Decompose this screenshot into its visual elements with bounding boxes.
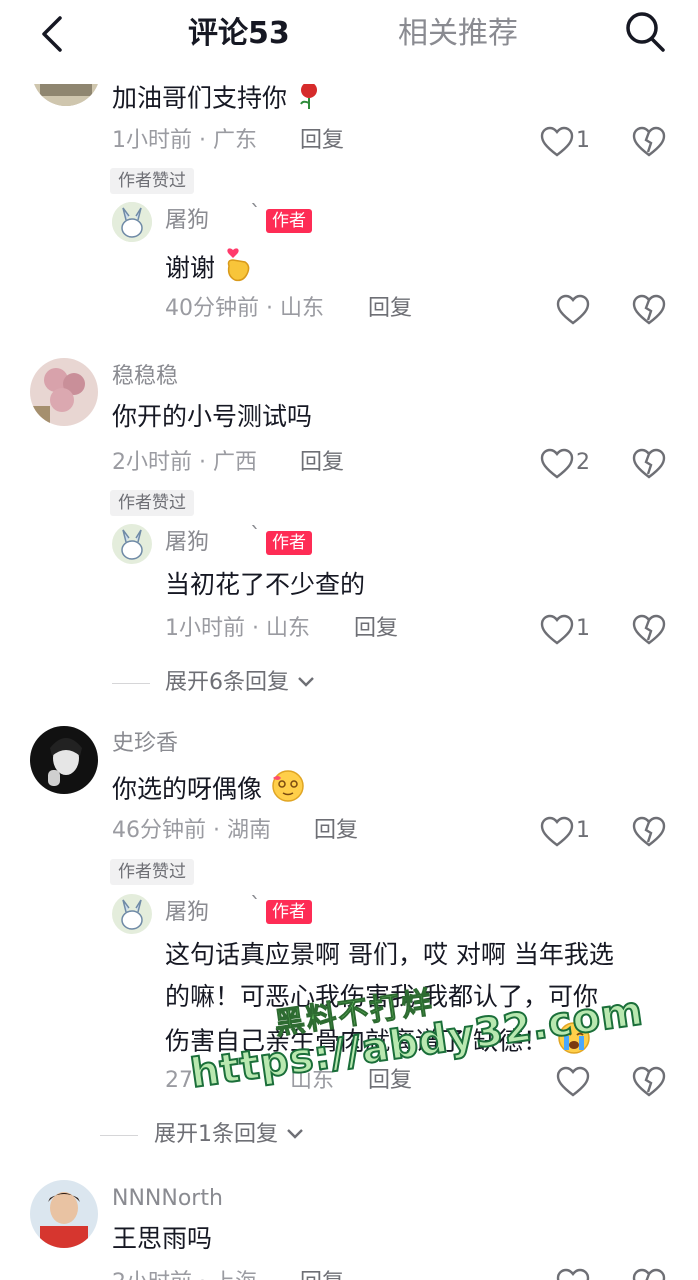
dislike-broken-heart-icon[interactable] — [632, 1066, 666, 1098]
like-count: 2 — [576, 450, 590, 475]
reply-author-name-suffix: ` — [250, 894, 261, 919]
chevron-down-icon — [296, 668, 316, 698]
reply-author-name-suffix: ` — [250, 524, 261, 549]
author-liked-badge: 作者赞过 — [110, 490, 194, 516]
finger-heart-emoji-icon — [223, 246, 253, 293]
reply-text-line-2: 的嘛！可恶心我伤害我 我都认了，可你 — [165, 982, 598, 1011]
reply-meta-location: 山东 — [290, 1068, 335, 1093]
avatar[interactable] — [30, 1180, 98, 1248]
dislike-broken-heart-icon[interactable] — [632, 448, 666, 480]
like-count: 1 — [576, 128, 590, 153]
chevron-down-icon — [285, 1120, 305, 1150]
comment-meta: 2小时前 · 广西 — [112, 450, 257, 475]
rose-emoji-icon — [295, 80, 323, 119]
reply-avatar[interactable] — [112, 894, 152, 934]
reply-meta: 27 — [165, 1068, 193, 1093]
reply-author-name-suffix: ` — [250, 202, 261, 227]
tab-related-recommendations[interactable]: 相关推荐 — [398, 14, 518, 54]
reply-text-line-1: 这句话真应景啊 哥们，哎 对啊 当年我选 — [165, 940, 614, 969]
avatar[interactable] — [30, 726, 98, 794]
comment-text: 加油哥们支持你 — [112, 80, 323, 119]
search-icon[interactable] — [622, 8, 668, 56]
reply-text-line-3: 伤害自己亲生骨肉就离谱了 缺德！ — [165, 1020, 592, 1065]
comment-author-name[interactable]: NNNNorth — [112, 1184, 223, 1214]
comment-meta: 1小时前 · 广东 — [112, 128, 257, 153]
reply-text: 谢谢 — [165, 246, 253, 293]
comment-author-name[interactable]: 稳稳稳 — [112, 362, 178, 392]
author-tag: 作者 — [266, 209, 312, 233]
expand-divider — [112, 683, 150, 684]
author-liked-badge: 作者赞过 — [110, 859, 194, 885]
like-heart-icon[interactable] — [556, 1066, 590, 1098]
crying-face-emoji-icon — [556, 1020, 592, 1065]
reply-meta: 40分钟前 · 山东 — [165, 296, 324, 321]
author-liked-badge: 作者赞过 — [110, 168, 194, 194]
avatar[interactable] — [30, 358, 98, 426]
reply-avatar[interactable] — [112, 202, 152, 242]
dislike-broken-heart-icon[interactable] — [632, 126, 666, 158]
comment-author-name[interactable]: 史珍香 — [112, 729, 178, 759]
dislike-broken-heart-icon[interactable] — [632, 294, 666, 326]
expand-replies-button[interactable]: 展开1条回复 — [154, 1120, 305, 1150]
author-tag: 作者 — [266, 900, 312, 924]
dislike-broken-heart-icon[interactable] — [632, 816, 666, 848]
comment-meta: 46分钟前 · 湖南 — [112, 818, 271, 843]
comment-text: 你选的呀偶像 — [112, 768, 306, 813]
like-heart-icon[interactable] — [540, 126, 574, 158]
reply-button[interactable]: 回复 — [354, 614, 398, 644]
reply-author-name[interactable]: 屠狗 — [165, 206, 209, 236]
reply-button[interactable]: 回复 — [368, 294, 412, 324]
dislike-broken-heart-icon[interactable] — [632, 1268, 666, 1280]
like-heart-icon[interactable] — [556, 1268, 590, 1280]
reply-button[interactable]: 回复 — [300, 448, 344, 478]
comment-meta: 2小时前 · 上海 — [112, 1268, 257, 1280]
reply-button[interactable]: 回复 — [300, 126, 344, 156]
back-arrow-icon[interactable] — [34, 12, 74, 56]
reply-button[interactable]: 回复 — [368, 1066, 412, 1096]
like-count: 1 — [576, 818, 590, 843]
top-bar: 评论53 相关推荐 — [0, 0, 698, 84]
like-heart-icon[interactable] — [540, 614, 574, 646]
reply-button[interactable]: 回复 — [300, 1268, 344, 1280]
comment-text: 你开的小号测试吗 — [112, 402, 313, 431]
expand-divider — [100, 1135, 138, 1136]
author-tag: 作者 — [266, 531, 312, 555]
reply-button[interactable]: 回复 — [314, 816, 358, 846]
like-count: 1 — [576, 616, 590, 641]
like-heart-icon[interactable] — [540, 816, 574, 848]
tab-comments[interactable]: 评论53 — [188, 14, 290, 54]
reply-author-name[interactable]: 屠狗 — [165, 898, 209, 928]
comment-feed[interactable]: 加油哥们支持你 1小时前 · 广东 回复 1 作者赞过 屠狗 ` 作者 谢谢 4… — [0, 0, 698, 1280]
expand-replies-button[interactable]: 展开6条回复 — [165, 668, 316, 698]
dislike-broken-heart-icon[interactable] — [632, 614, 666, 646]
reply-author-name[interactable]: 屠狗 — [165, 528, 209, 558]
reply-meta: 1小时前 · 山东 — [165, 616, 310, 641]
comment-text: 王思雨吗 — [112, 1224, 213, 1253]
like-heart-icon[interactable] — [540, 448, 574, 480]
reply-text: 当初花了不少查的 — [165, 570, 366, 599]
blushing-face-emoji-icon — [270, 768, 306, 813]
reply-avatar[interactable] — [112, 524, 152, 564]
like-heart-icon[interactable] — [556, 294, 590, 326]
